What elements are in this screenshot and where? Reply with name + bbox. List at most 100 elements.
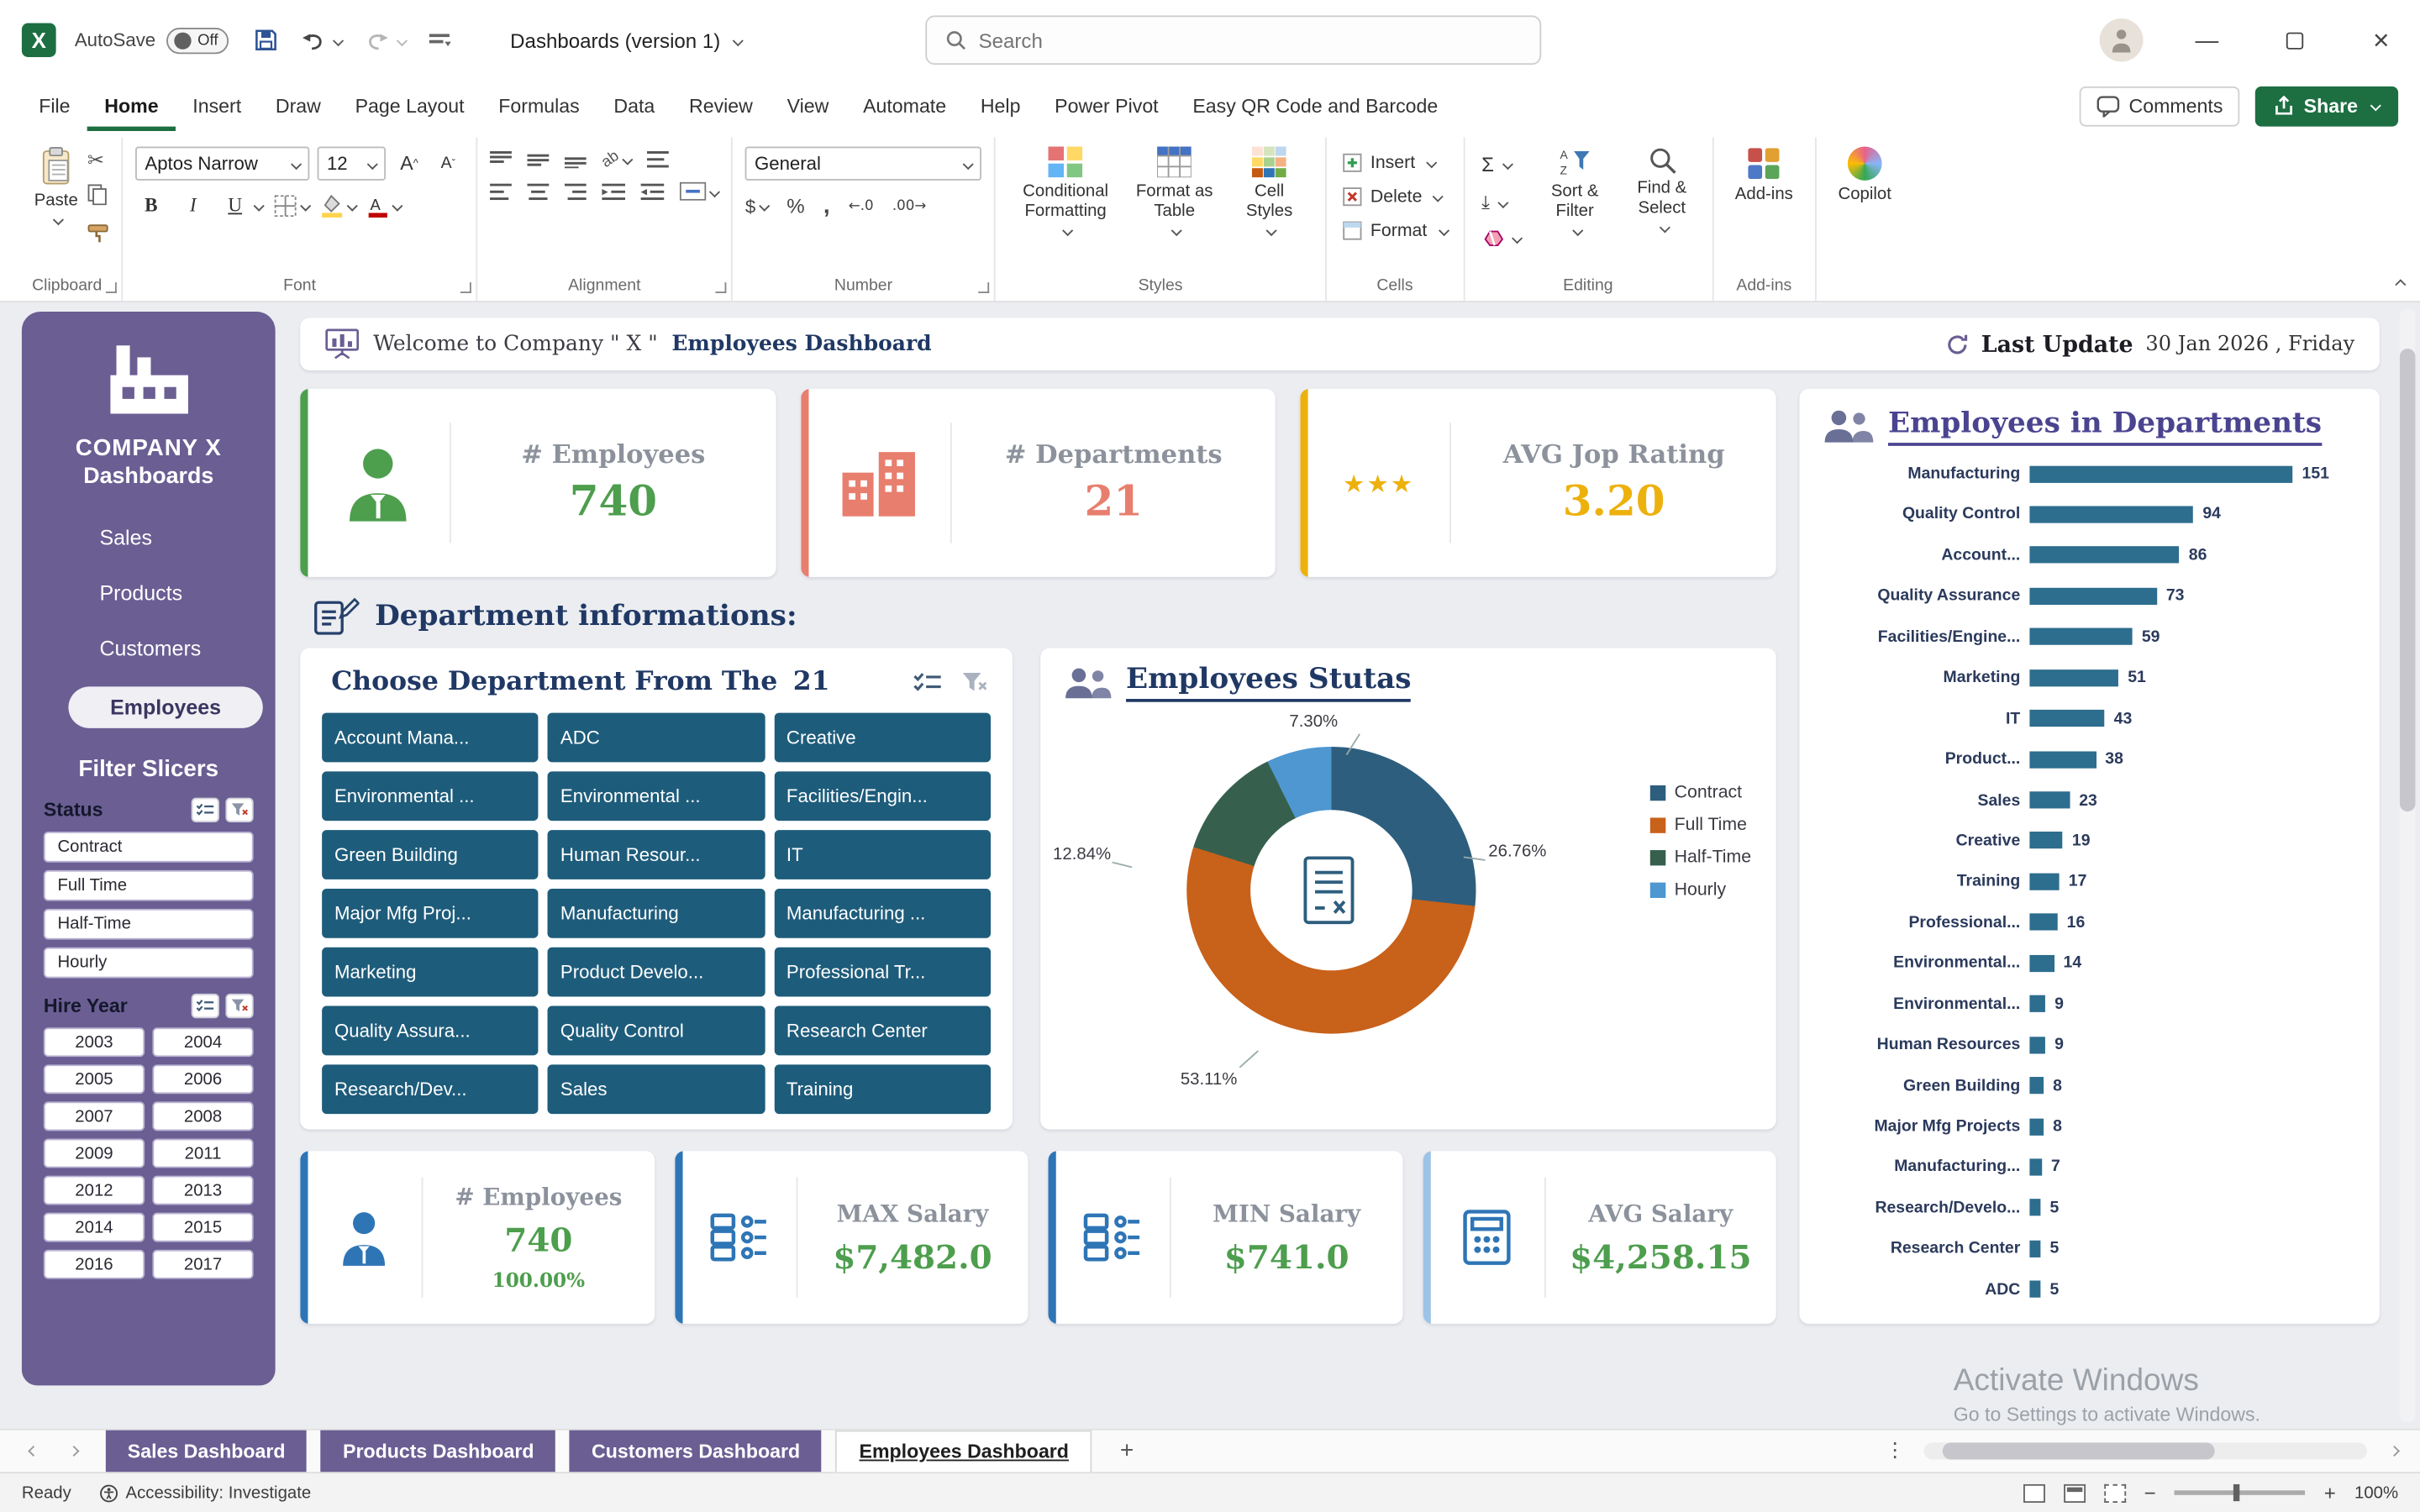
bar[interactable] — [2029, 547, 2179, 564]
vertical-scrollbar-thumb[interactable] — [2400, 349, 2416, 811]
collapse-ribbon-chevron[interactable] — [2395, 279, 2406, 290]
department-button[interactable]: Account Mana... — [322, 713, 539, 763]
accounting-format-button[interactable]: $ — [745, 195, 768, 217]
department-button[interactable]: Quality Control — [548, 1006, 765, 1056]
ribbon-tab[interactable]: File — [22, 81, 87, 132]
insert-cells-button[interactable]: Insert — [1339, 150, 1439, 176]
department-button[interactable]: Manufacturing — [548, 889, 765, 938]
ribbon-tab[interactable]: Insert — [176, 81, 259, 132]
find-select-button[interactable]: Find & Select — [1624, 140, 1699, 238]
middle-align-button[interactable] — [528, 151, 550, 168]
department-button[interactable]: Manufacturing ... — [774, 889, 991, 938]
cell-styles-button[interactable]: Cell Styles — [1226, 140, 1313, 241]
zoom-level[interactable]: 100% — [2354, 1483, 2398, 1502]
clear-filter-icon[interactable] — [225, 798, 253, 822]
comments-button[interactable]: Comments — [2079, 86, 2239, 126]
sidebar-nav-item[interactable]: Employees — [68, 686, 262, 728]
hire-year-option[interactable]: 2012 — [44, 1176, 145, 1205]
ribbon-tab[interactable]: Review — [672, 81, 771, 132]
fill-color-button[interactable] — [321, 194, 357, 218]
sheet-tab[interactable]: Customers Dashboard — [570, 1431, 822, 1473]
underline-options-chevron[interactable] — [254, 201, 265, 212]
format-as-table-button[interactable]: Format as Table — [1123, 140, 1226, 241]
bar[interactable] — [2029, 669, 2118, 686]
autosum-button[interactable]: Σ — [1477, 150, 1525, 179]
horizontal-scrollbar-thumb[interactable] — [1943, 1442, 2215, 1459]
search-box[interactable] — [925, 15, 1541, 65]
bar[interactable] — [2029, 628, 2132, 645]
zoom-in-button[interactable]: + — [2324, 1481, 2336, 1504]
bar[interactable] — [2029, 954, 2054, 971]
ribbon-tab[interactable]: Formulas — [481, 81, 597, 132]
department-button[interactable]: Facilities/Engin... — [774, 771, 991, 821]
ribbon-tab[interactable]: Help — [963, 81, 1037, 132]
ribbon-tab[interactable]: Home — [87, 81, 176, 132]
bar[interactable] — [2029, 587, 2156, 604]
format-painter-button[interactable] — [87, 223, 109, 251]
hire-year-option[interactable]: 2011 — [152, 1139, 253, 1168]
page-layout-view-button[interactable] — [2064, 1483, 2086, 1502]
bar[interactable] — [2029, 1281, 2040, 1298]
status-option[interactable]: Contract — [44, 832, 254, 863]
quick-access-customize-button[interactable] — [428, 30, 451, 50]
multiselect-icon[interactable] — [192, 994, 219, 1018]
addins-button[interactable]: Add-ins — [1726, 140, 1802, 212]
ribbon-tab[interactable]: Page Layout — [338, 81, 481, 132]
status-option[interactable]: Hourly — [44, 948, 254, 979]
department-button[interactable]: Marketing — [322, 948, 539, 997]
fill-button[interactable]: ⤓ — [1477, 188, 1525, 218]
bar[interactable] — [2029, 465, 2292, 482]
department-button[interactable]: Environmental ... — [548, 771, 765, 821]
decrease-decimal-button[interactable]: .00→ — [892, 198, 926, 213]
page-break-view-button[interactable] — [2104, 1483, 2126, 1502]
previous-sheet-button[interactable] — [28, 1446, 39, 1457]
zoom-slider[interactable] — [2175, 1490, 2305, 1495]
department-button[interactable]: Research/Dev... — [322, 1064, 539, 1114]
hire-year-option[interactable]: 2008 — [152, 1101, 253, 1131]
hire-year-option[interactable]: 2014 — [44, 1213, 145, 1242]
bar[interactable] — [2029, 1158, 2041, 1175]
share-button[interactable]: Share — [2255, 86, 2398, 126]
hire-year-option[interactable]: 2007 — [44, 1101, 145, 1131]
multiselect-icon[interactable] — [192, 798, 219, 822]
refresh-icon[interactable] — [1945, 333, 1969, 356]
number-format-combo[interactable]: General — [745, 146, 981, 180]
sidebar-nav-item[interactable]: Customers — [22, 628, 276, 670]
vertical-scrollbar[interactable] — [2400, 308, 2416, 1422]
redo-button[interactable] — [364, 29, 406, 52]
top-align-button[interactable] — [490, 151, 512, 168]
ribbon-tab[interactable]: View — [770, 81, 845, 132]
accessibility-checker[interactable]: Accessibility: Investigate — [99, 1483, 311, 1502]
normal-view-button[interactable] — [2023, 1483, 2044, 1502]
department-button[interactable]: Training — [774, 1064, 991, 1114]
number-dialog-launcher[interactable] — [978, 282, 989, 293]
department-button[interactable]: Quality Assura... — [322, 1006, 539, 1056]
italic-button[interactable]: I — [177, 190, 208, 223]
alignment-dialog-launcher[interactable] — [716, 282, 727, 293]
bar[interactable] — [2029, 914, 2057, 931]
bar[interactable] — [2029, 1037, 2045, 1053]
hire-year-option[interactable]: 2003 — [44, 1027, 145, 1057]
hire-year-option[interactable]: 2006 — [152, 1064, 253, 1094]
comma-style-button[interactable]: , — [823, 193, 830, 219]
borders-button[interactable] — [274, 194, 310, 218]
department-button[interactable]: Human Resour... — [548, 830, 765, 879]
hire-year-option[interactable]: 2009 — [44, 1139, 145, 1168]
bar[interactable] — [2029, 873, 2059, 890]
bar[interactable] — [2029, 791, 2070, 808]
ribbon-tab[interactable]: Easy QR Code and Barcode — [1176, 81, 1455, 132]
sidebar-nav-item[interactable]: Products — [22, 572, 276, 614]
delete-cells-button[interactable]: Delete — [1339, 184, 1445, 210]
department-button[interactable]: Research Center — [774, 1006, 991, 1056]
new-sheet-button[interactable]: + — [1120, 1438, 1134, 1464]
increase-decimal-button[interactable]: ←.0 — [849, 198, 874, 213]
next-sheet-button[interactable] — [68, 1446, 79, 1457]
paste-button[interactable]: Paste — [25, 140, 87, 230]
excel-app-icon[interactable]: X — [22, 24, 56, 57]
copy-button[interactable] — [87, 184, 109, 213]
bar[interactable] — [2029, 751, 2096, 768]
wrap-text-button[interactable] — [647, 151, 669, 168]
ribbon-tab[interactable]: Power Pivot — [1038, 81, 1176, 132]
search-input[interactable] — [979, 29, 1522, 52]
status-option[interactable]: Half-Time — [44, 909, 254, 940]
